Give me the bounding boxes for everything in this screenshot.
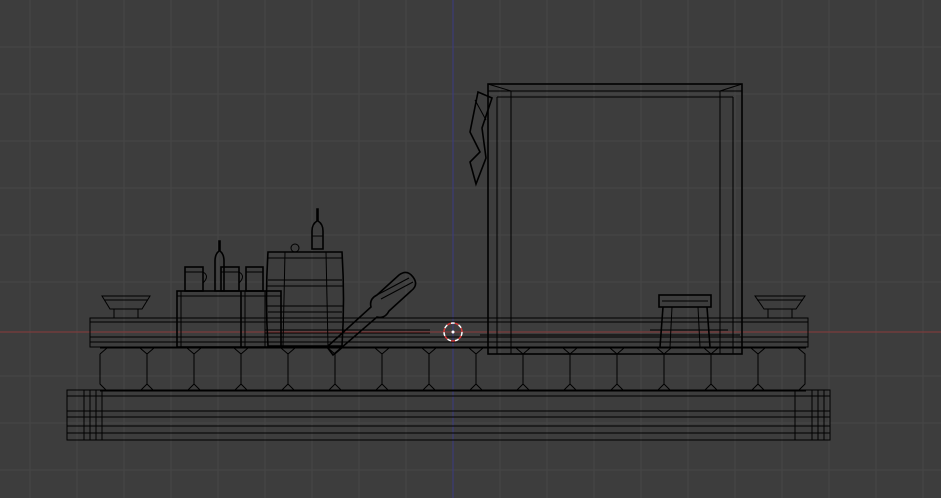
stool[interactable]: [650, 294, 728, 348]
grid-floor: [0, 0, 941, 498]
3d-viewport[interactable]: [0, 0, 941, 498]
bowl-right[interactable]: [754, 295, 806, 319]
bowl-left[interactable]: [101, 295, 151, 319]
viewport-canvas[interactable]: [0, 0, 941, 498]
rug[interactable]: [66, 389, 831, 441]
chalkboard-frame[interactable]: [469, 83, 743, 355]
guitar[interactable]: [265, 271, 430, 357]
barrel[interactable]: [265, 243, 345, 347]
crate[interactable]: [176, 290, 282, 348]
bottles[interactable]: [214, 208, 324, 292]
